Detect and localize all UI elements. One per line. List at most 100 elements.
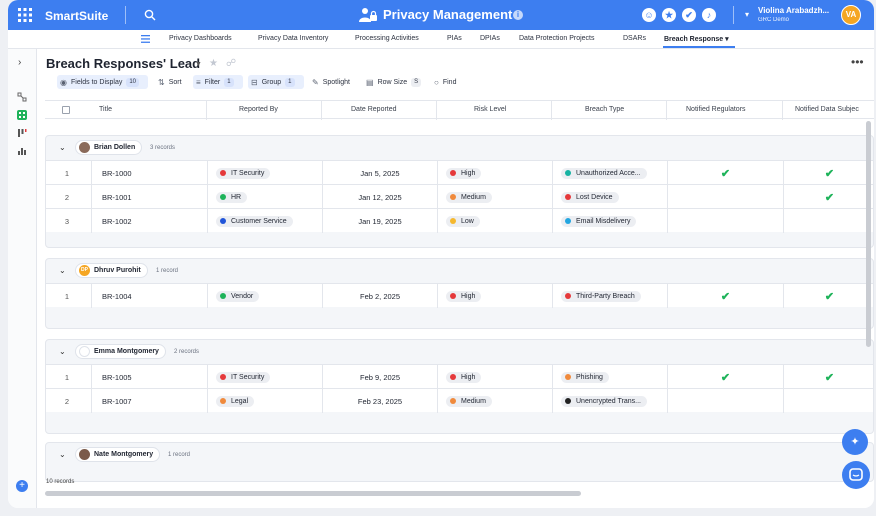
table-row[interactable]: 1 BR-1000 IT Security Jan 5, 2025 High Unauth… [46, 160, 873, 185]
fields-to-display-button[interactable]: ◉ Fields to Display 10 [57, 75, 148, 89]
cell-subjects[interactable] [783, 209, 873, 233]
cell-risk[interactable]: Low [437, 209, 552, 233]
cell-date[interactable]: Jan 12, 2025 [322, 185, 437, 209]
column-header-title[interactable]: Title [99, 106, 112, 113]
automation-icon[interactable] [17, 92, 27, 102]
cell-risk[interactable]: Medium [437, 185, 552, 209]
collapse-chevron-icon[interactable]: ⌄ [59, 266, 66, 275]
group-header[interactable]: ⌄ Brian Dollen 3 records [46, 136, 873, 160]
grid-view-icon[interactable] [17, 110, 27, 120]
cell-date[interactable]: Feb 23, 2025 [322, 389, 437, 413]
cell-subjects[interactable]: ✔ [783, 365, 873, 389]
sort-button[interactable]: ⇅ Sort [158, 75, 182, 89]
brand-logo[interactable]: SmartSuite [45, 9, 108, 23]
bell-icon[interactable]: ♪ [702, 8, 716, 22]
column-header-risk-level[interactable]: Risk Level [474, 106, 506, 113]
cell-type[interactable]: Third-Party Breach [552, 284, 667, 308]
table-row[interactable]: 3 BR-1002 Customer Service Jan 19, 2025 Low E… [46, 208, 873, 233]
tab-data-protection-projects[interactable]: Data Protection Projects [519, 35, 594, 42]
cell-title[interactable]: BR-1001 [91, 185, 207, 209]
table-row[interactable]: 1 BR-1004 Vendor Feb 2, 2025 High Third-Party… [46, 283, 873, 308]
group-owner-pill[interactable]: Nate Montgomery [75, 447, 161, 462]
favorite-star-icon[interactable]: ★ [209, 58, 218, 69]
column-header-notified-data-subjects[interactable]: Notified Data Subjec [795, 106, 859, 113]
tab-privacy-dashboards[interactable]: Privacy Dashboards [169, 35, 232, 42]
tab-privacy-data-inventory[interactable]: Privacy Data Inventory [258, 35, 328, 42]
cell-risk[interactable]: Medium [437, 389, 552, 413]
user-menu-chevron-icon[interactable]: ▾ [745, 10, 749, 19]
ai-assistant-button[interactable]: ✦ [842, 429, 868, 455]
cell-regulators[interactable] [667, 389, 783, 413]
cell-date[interactable]: Feb 2, 2025 [322, 284, 437, 308]
cell-title[interactable]: BR-1007 [91, 389, 207, 413]
group-owner-pill[interactable]: Emma Montgomery [75, 344, 166, 359]
user-name[interactable]: Violina Arabadzh... [758, 6, 829, 15]
cell-type[interactable]: Phishing [552, 365, 667, 389]
info-icon[interactable]: i [513, 10, 523, 20]
row-size-button[interactable]: ▤ Row Size S [366, 75, 422, 89]
tab-dsars[interactable]: DSARs [623, 35, 646, 42]
add-view-icon[interactable]: + [16, 480, 28, 492]
cell-reported-by[interactable]: IT Security [207, 161, 322, 185]
expand-chevron-icon[interactable]: › [18, 57, 21, 68]
hamburger-menu-icon[interactable] [141, 35, 150, 43]
cell-title[interactable]: BR-1005 [91, 365, 207, 389]
tab-breach-response[interactable]: Breach Response ▾ [664, 35, 729, 43]
column-header-breach-type[interactable]: Breach Type [585, 106, 624, 113]
check-icon[interactable]: ✔ [682, 8, 696, 22]
collapse-chevron-icon[interactable]: ⌄ [59, 143, 66, 152]
vertical-scrollbar[interactable] [866, 121, 871, 347]
cell-risk[interactable]: High [437, 284, 552, 308]
chevron-down-icon[interactable]: ▼ [195, 61, 202, 68]
cell-risk[interactable]: High [437, 161, 552, 185]
cell-date[interactable]: Feb 9, 2025 [322, 365, 437, 389]
cell-subjects[interactable] [783, 389, 873, 413]
find-button[interactable]: ○ Find [434, 75, 456, 89]
group-owner-pill[interactable]: Brian Dollen [75, 140, 143, 155]
cell-type[interactable]: Email Misdelivery [552, 209, 667, 233]
users-icon[interactable]: ☺ [642, 8, 656, 22]
horizontal-scrollbar[interactable] [45, 491, 581, 496]
user-avatar[interactable]: VA [841, 5, 861, 25]
cell-reported-by[interactable]: HR [207, 185, 322, 209]
group-owner-pill[interactable]: DP Dhruv Purohit [75, 263, 148, 278]
cell-subjects[interactable]: ✔ [783, 161, 873, 185]
cell-date[interactable]: Jan 19, 2025 [322, 209, 437, 233]
cell-title[interactable]: BR-1004 [91, 284, 207, 308]
group-header[interactable]: ⌄ Nate Montgomery 1 record [46, 443, 873, 467]
cell-reported-by[interactable]: IT Security [207, 365, 322, 389]
spotlight-button[interactable]: ✎ Spotlight [312, 75, 350, 89]
group-button[interactable]: ⊟ Group 1 [248, 75, 304, 89]
table-row[interactable]: 2 BR-1001 HR Jan 12, 2025 Medium Lost Device ✔ [46, 184, 873, 209]
cell-title[interactable]: BR-1000 [91, 161, 207, 185]
cell-title[interactable]: BR-1002 [91, 209, 207, 233]
group-header[interactable]: ⌄ DP Dhruv Purohit 1 record [46, 259, 873, 283]
search-icon[interactable] [144, 9, 156, 21]
cell-regulators[interactable]: ✔ [667, 161, 783, 185]
app-grid-icon[interactable] [18, 8, 32, 22]
cell-regulators[interactable]: ✔ [667, 284, 783, 308]
share-people-icon[interactable]: ☍ [226, 58, 236, 69]
cell-regulators[interactable] [667, 185, 783, 209]
column-header-notified-regulators[interactable]: Notified Regulators [686, 106, 746, 113]
chat-support-button[interactable] [842, 461, 870, 489]
tab-pias[interactable]: PIAs [447, 35, 462, 42]
cell-date[interactable]: Jan 5, 2025 [322, 161, 437, 185]
star-icon[interactable]: ★ [662, 8, 676, 22]
cell-reported-by[interactable]: Legal [207, 389, 322, 413]
tab-dpias[interactable]: DPIAs [480, 35, 500, 42]
filter-button[interactable]: ≡ Filter 1 [193, 75, 243, 89]
cell-type[interactable]: Unencrypted Trans... [552, 389, 667, 413]
cell-subjects[interactable]: ✔ [783, 185, 873, 209]
cell-reported-by[interactable]: Customer Service [207, 209, 322, 233]
cell-type[interactable]: Lost Device [552, 185, 667, 209]
chart-view-icon[interactable] [17, 146, 27, 156]
more-options-icon[interactable]: ••• [851, 55, 864, 69]
cell-subjects[interactable]: ✔ [783, 284, 873, 308]
collapse-chevron-icon[interactable]: ⌄ [59, 347, 66, 356]
cell-regulators[interactable]: ✔ [667, 365, 783, 389]
tab-processing-activities[interactable]: Processing Activities [355, 35, 419, 42]
table-row[interactable]: 2 BR-1007 Legal Feb 23, 2025 Medium Unencrypt… [46, 388, 873, 413]
cell-reported-by[interactable]: Vendor [207, 284, 322, 308]
cell-risk[interactable]: High [437, 365, 552, 389]
